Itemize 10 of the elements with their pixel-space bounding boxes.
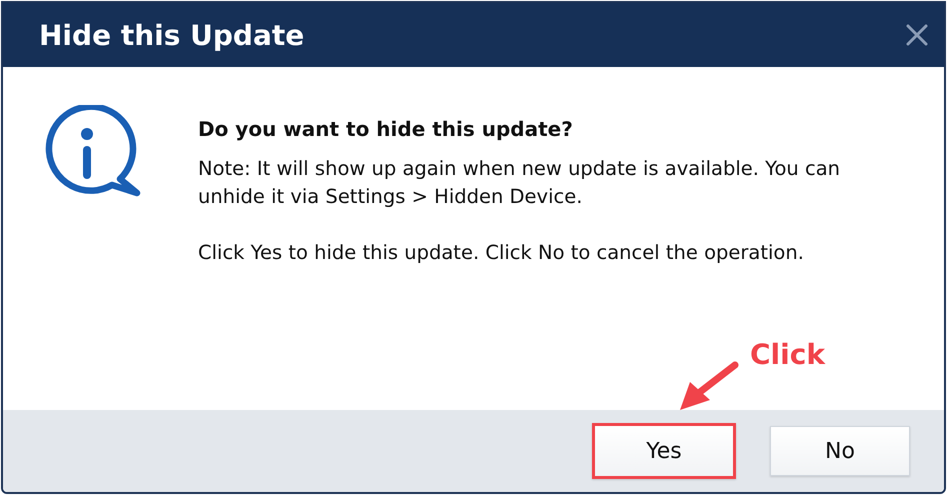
window-title: Hide this Update xyxy=(39,18,304,52)
annotation-label: Click xyxy=(750,338,825,371)
dialog-button[interactable]: No xyxy=(770,426,910,476)
message-text: Click Yes to hide this update. Click No to cancel the operation. xyxy=(198,240,805,266)
arrow-icon xyxy=(678,360,740,412)
close-icon xyxy=(906,24,928,46)
message-heading: Do you want to hide this update? xyxy=(198,117,574,141)
close-button[interactable] xyxy=(904,22,930,48)
message-text: Note: It will show up again when new update is available. You can unhide it via Settings > Hidden Device. xyxy=(198,156,842,210)
dialog-button[interactable]: Yes xyxy=(592,423,736,479)
